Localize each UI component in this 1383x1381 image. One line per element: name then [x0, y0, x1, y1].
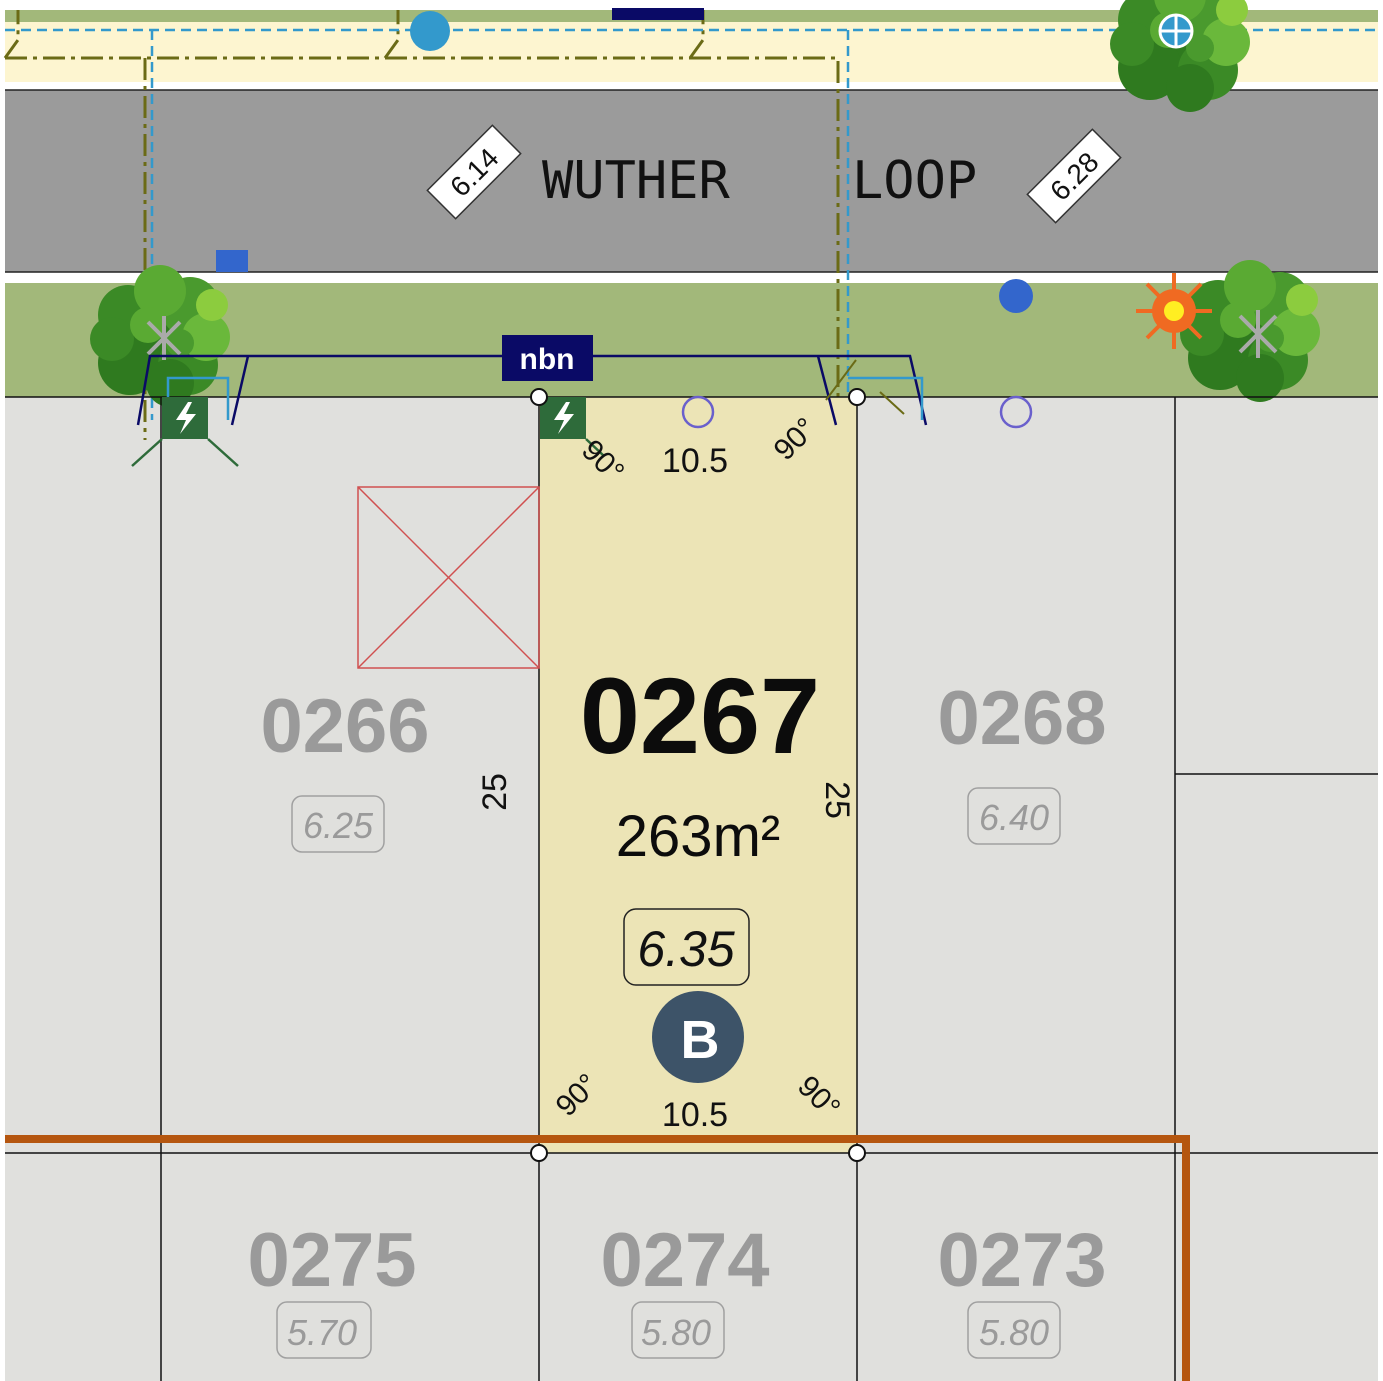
lot-number: 0274 — [600, 1218, 769, 1303]
service-pit-icon — [612, 8, 704, 20]
lot-type-badge-label: B — [681, 1010, 720, 1070]
street-name-left: WUTHER — [542, 151, 731, 211]
lot-level: 5.80 — [641, 1312, 711, 1353]
lot-number: 0275 — [247, 1218, 416, 1303]
lot-level: 5.80 — [979, 1312, 1049, 1353]
main-lot-number: 0267 — [580, 655, 820, 776]
lot-number: 0268 — [937, 676, 1106, 761]
lot-plan: nbn WUTHER LOOP 6.14 6.28 0267 263m² 6.3… — [3, 0, 1378, 1381]
water-meter-icon — [999, 279, 1033, 313]
lot-level: 5.70 — [287, 1312, 357, 1353]
service-pit-icon — [216, 250, 248, 272]
street-light-icon — [1136, 273, 1212, 349]
frontage-dimension: 10.5 — [662, 442, 728, 480]
fire-hydrant-icon — [1158, 13, 1194, 49]
main-lot-area: 263m² — [616, 804, 780, 869]
lot-number: 0266 — [260, 684, 429, 769]
depth-dimension-left: 25 — [476, 773, 514, 811]
street-name-right: LOOP — [852, 151, 977, 211]
lot-level: 6.40 — [979, 797, 1049, 838]
rear-dimension: 10.5 — [662, 1096, 728, 1134]
water-meter-icon — [410, 11, 450, 51]
lot-number: 0273 — [937, 1218, 1106, 1303]
depth-dimension-right: 25 — [818, 781, 856, 819]
nbn-label: nbn — [520, 343, 575, 376]
lot-level: 6.25 — [303, 805, 374, 846]
main-lot-level: 6.35 — [637, 921, 735, 977]
